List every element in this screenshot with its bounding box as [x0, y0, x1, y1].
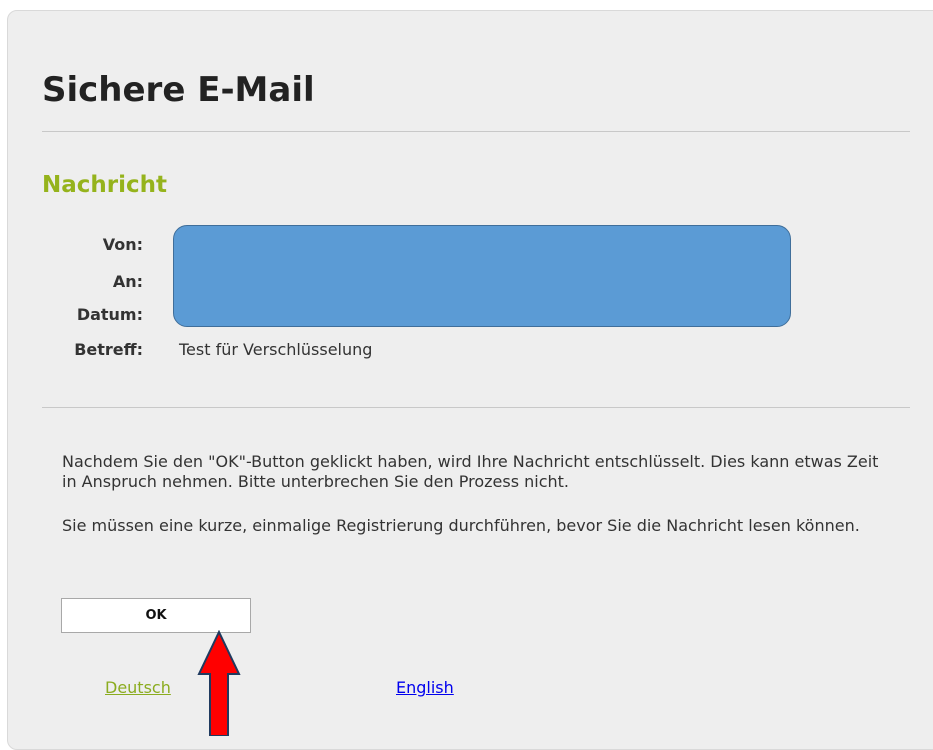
decrypt-info-text: Nachdem Sie den "OK"-Button geklickt hab…	[62, 452, 879, 491]
message-divider	[42, 407, 910, 408]
registration-info-text: Sie müssen eine kurze, einmalige Registr…	[62, 516, 860, 535]
secure-mail-panel	[7, 10, 933, 750]
ok-button[interactable]: OK	[61, 598, 251, 633]
up-arrow-icon	[197, 630, 241, 736]
language-link-english[interactable]: English	[396, 678, 454, 698]
message-section-title: Nachricht	[42, 172, 168, 198]
subject-label: Betreff:	[74, 340, 143, 359]
language-link-deutsch[interactable]: Deutsch	[105, 678, 171, 698]
page-title: Sichere E-Mail	[42, 70, 315, 110]
from-label: Von:	[102, 235, 143, 254]
subject-value: Test für Verschlüsselung	[179, 340, 373, 359]
date-label: Datum:	[76, 305, 143, 324]
title-divider	[42, 131, 910, 132]
to-label: An:	[112, 272, 143, 291]
redaction-box	[173, 225, 791, 327]
